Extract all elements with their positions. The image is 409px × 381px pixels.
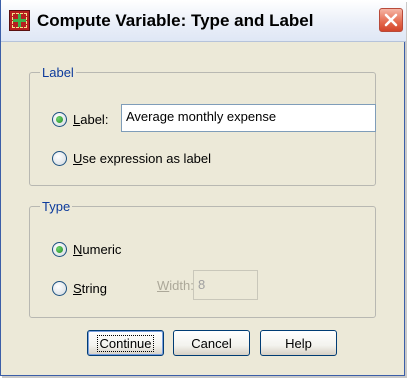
type-group: Type [29,199,376,318]
label-text-field[interactable]: Average monthly expense [121,104,376,132]
label-radio[interactable] [52,112,67,127]
compute-variable-icon [9,10,30,31]
expression-radio-label: Use expression as label [73,151,212,166]
width-label: Width: [157,278,194,293]
label-group-legend: Label [40,65,76,80]
dialog-window: Compute Variable: Type and Label Label L… [0,0,406,376]
numeric-radio-label: Numeric [73,242,122,257]
width-field[interactable]: 8 [193,270,258,300]
string-radio-label: String [73,281,107,296]
numeric-radio[interactable] [52,242,67,257]
string-radio[interactable] [52,281,67,296]
type-group-legend: Type [40,199,73,214]
continue-button[interactable]: Continue [87,330,164,356]
close-button[interactable] [379,8,403,32]
close-icon [384,13,398,27]
expression-radio[interactable] [52,151,67,166]
dialog-title: Compute Variable: Type and Label [37,11,314,30]
title-bar[interactable]: Compute Variable: Type and Label [1,0,406,42]
cancel-button[interactable]: Cancel [173,330,250,356]
help-button[interactable]: Help [260,330,337,356]
label-radio-label: Label: [73,112,109,127]
